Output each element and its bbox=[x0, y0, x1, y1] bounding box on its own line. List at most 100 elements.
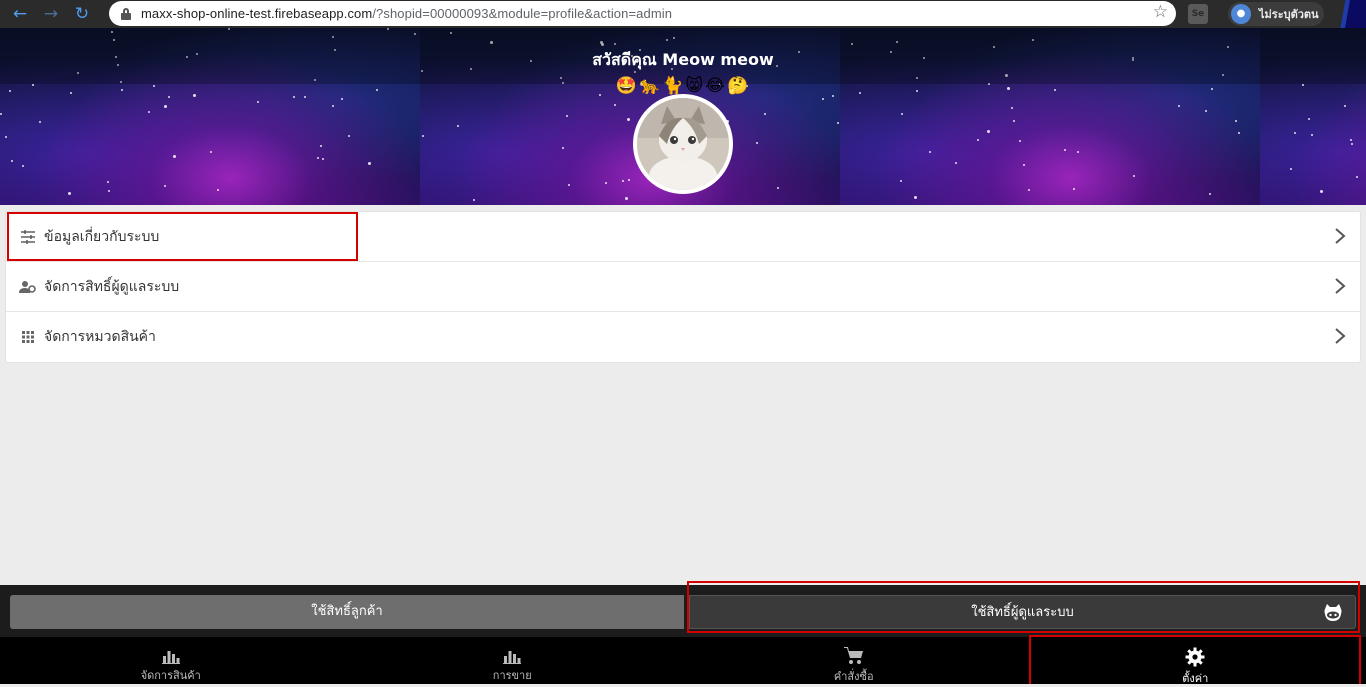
star-dot bbox=[1235, 120, 1237, 122]
bookmark-star-icon[interactable]: ☆ bbox=[1153, 2, 1168, 22]
star-dot bbox=[1344, 105, 1346, 107]
back-arrow-icon[interactable]: ← bbox=[9, 3, 31, 25]
star-dot bbox=[929, 151, 931, 153]
star-dot bbox=[257, 101, 259, 103]
bar-chart-icon bbox=[502, 647, 522, 664]
star-dot bbox=[1238, 132, 1240, 134]
cat-photo bbox=[637, 98, 729, 190]
star-dot bbox=[317, 157, 319, 159]
menu-item-label: จัดการหมวดสินค้า bbox=[44, 326, 156, 348]
nav-item-label: การขาย bbox=[493, 666, 532, 684]
bottom-navigation: จัดการสินค้า การขาย คำสั่งซื้อ ตั้งค่า bbox=[0, 637, 1366, 684]
settings-menu: ข้อมูลเกี่ยวกับระบบ จัดการสิทธิ์ผู้ดูแลร… bbox=[5, 211, 1361, 363]
star-dot bbox=[5, 136, 7, 138]
star-dot bbox=[473, 199, 475, 201]
use-customer-role-button[interactable]: ใช้สิทธิ์ลูกค้า bbox=[10, 595, 684, 629]
star-dot bbox=[1133, 175, 1135, 177]
star-dot bbox=[1019, 140, 1021, 142]
use-admin-role-button[interactable]: ใช้สิทธิ์ผู้ดูแลระบบ bbox=[689, 595, 1356, 629]
star-dot bbox=[1311, 134, 1313, 136]
star-dot bbox=[1351, 143, 1353, 145]
menu-item-label: ข้อมูลเกี่ยวกับระบบ bbox=[44, 226, 159, 248]
grid-icon bbox=[19, 328, 37, 346]
url-text: maxx-shop-online-test.firebaseapp.com/?s… bbox=[141, 6, 672, 21]
gear-icon bbox=[1185, 647, 1205, 667]
star-dot bbox=[332, 105, 334, 107]
star-dot bbox=[320, 145, 322, 147]
admin-role-label: ใช้สิทธิ์ผู้ดูแลระบบ bbox=[971, 605, 1073, 620]
star-dot bbox=[1320, 190, 1323, 193]
nav-item-manage-products[interactable]: จัดการสินค้า bbox=[0, 637, 342, 684]
star-dot bbox=[1356, 176, 1358, 178]
nav-item-label: คำสั่งซื้อ bbox=[834, 667, 874, 685]
star-dot bbox=[22, 165, 24, 167]
star-dot bbox=[322, 158, 324, 160]
nav-item-orders[interactable]: คำสั่งซื้อ bbox=[683, 637, 1025, 684]
star-dot bbox=[1205, 110, 1207, 112]
star-dot bbox=[108, 190, 110, 192]
star-dot bbox=[1011, 107, 1013, 109]
github-icon bbox=[1323, 603, 1343, 623]
menu-item-label: จัดการสิทธิ์ผู้ดูแลระบบ bbox=[44, 276, 179, 298]
star-dot bbox=[341, 98, 343, 100]
star-dot bbox=[11, 160, 13, 162]
nav-item-label: จัดการสินค้า bbox=[141, 666, 201, 684]
lock-icon bbox=[121, 8, 131, 20]
chevron-right-icon bbox=[1330, 326, 1350, 346]
address-bar[interactable]: maxx-shop-online-test.firebaseapp.com/?s… bbox=[109, 1, 1176, 26]
star-dot bbox=[777, 187, 779, 189]
star-dot bbox=[1073, 188, 1075, 190]
nav-item-settings[interactable]: ตั้งค่า bbox=[1025, 637, 1366, 684]
star-dot bbox=[900, 180, 902, 182]
profile-banner: สวัสดีคุณ Meow meow 🤩🐆🐈😸😂🤔 bbox=[0, 28, 1366, 205]
star-dot bbox=[210, 151, 212, 153]
greeting-text: สวัสดีคุณ Meow meow bbox=[0, 48, 1366, 73]
star-dot bbox=[1064, 149, 1066, 151]
star-dot bbox=[1350, 139, 1352, 141]
star-dot bbox=[107, 181, 109, 183]
nav-item-label: ตั้งค่า bbox=[1182, 669, 1208, 687]
cart-icon bbox=[844, 647, 864, 665]
star-dot bbox=[293, 96, 295, 98]
star-dot bbox=[217, 189, 219, 191]
profile-chip[interactable]: ● ไม่ระบุตัวตน bbox=[1228, 2, 1324, 26]
chevron-right-icon bbox=[1330, 276, 1350, 296]
star-dot bbox=[1023, 164, 1025, 166]
star-dot bbox=[168, 96, 170, 98]
star-dot bbox=[148, 111, 150, 113]
star-dot bbox=[625, 197, 628, 200]
avatar[interactable] bbox=[633, 94, 733, 194]
role-switch-bar: ใช้สิทธิ์ลูกค้า ใช้สิทธิ์ผู้ดูแลระบบ bbox=[0, 585, 1366, 637]
star-dot bbox=[914, 196, 917, 199]
star-dot bbox=[955, 162, 957, 164]
profile-label: ไม่ระบุตัวตน bbox=[1259, 5, 1319, 23]
star-dot bbox=[422, 135, 424, 137]
star-dot bbox=[568, 184, 570, 186]
nav-item-sales[interactable]: การขาย bbox=[342, 637, 684, 684]
star-dot bbox=[368, 162, 371, 165]
star-dot bbox=[348, 135, 350, 137]
star-dot bbox=[173, 155, 176, 158]
star-dot bbox=[605, 182, 607, 184]
star-dot bbox=[562, 147, 564, 149]
browser-toolbar: ← → ↻ maxx-shop-online-test.firebaseapp.… bbox=[0, 0, 1366, 28]
star-dot bbox=[837, 122, 839, 124]
menu-item-admin-rights[interactable]: จัดการสิทธิ์ผู้ดูแลระบบ bbox=[6, 262, 1360, 312]
star-dot bbox=[164, 105, 167, 108]
chevron-right-icon bbox=[1330, 226, 1350, 246]
star-dot bbox=[987, 130, 990, 133]
star-dot bbox=[1294, 132, 1296, 134]
star-dot bbox=[39, 121, 41, 123]
star-dot bbox=[1077, 151, 1079, 153]
star-dot bbox=[627, 118, 630, 121]
bar-chart-icon bbox=[161, 647, 181, 664]
star-dot bbox=[1178, 105, 1180, 107]
reload-icon[interactable]: ↻ bbox=[71, 3, 93, 25]
star-dot bbox=[977, 139, 979, 141]
menu-item-categories[interactable]: จัดการหมวดสินค้า bbox=[6, 312, 1360, 362]
forward-arrow-icon[interactable]: → bbox=[40, 3, 62, 25]
extension-icon[interactable]: Se bbox=[1188, 4, 1208, 24]
star-dot bbox=[628, 179, 630, 181]
star-dot bbox=[1209, 193, 1211, 195]
menu-item-system-info[interactable]: ข้อมูลเกี่ยวกับระบบ bbox=[6, 212, 1360, 262]
